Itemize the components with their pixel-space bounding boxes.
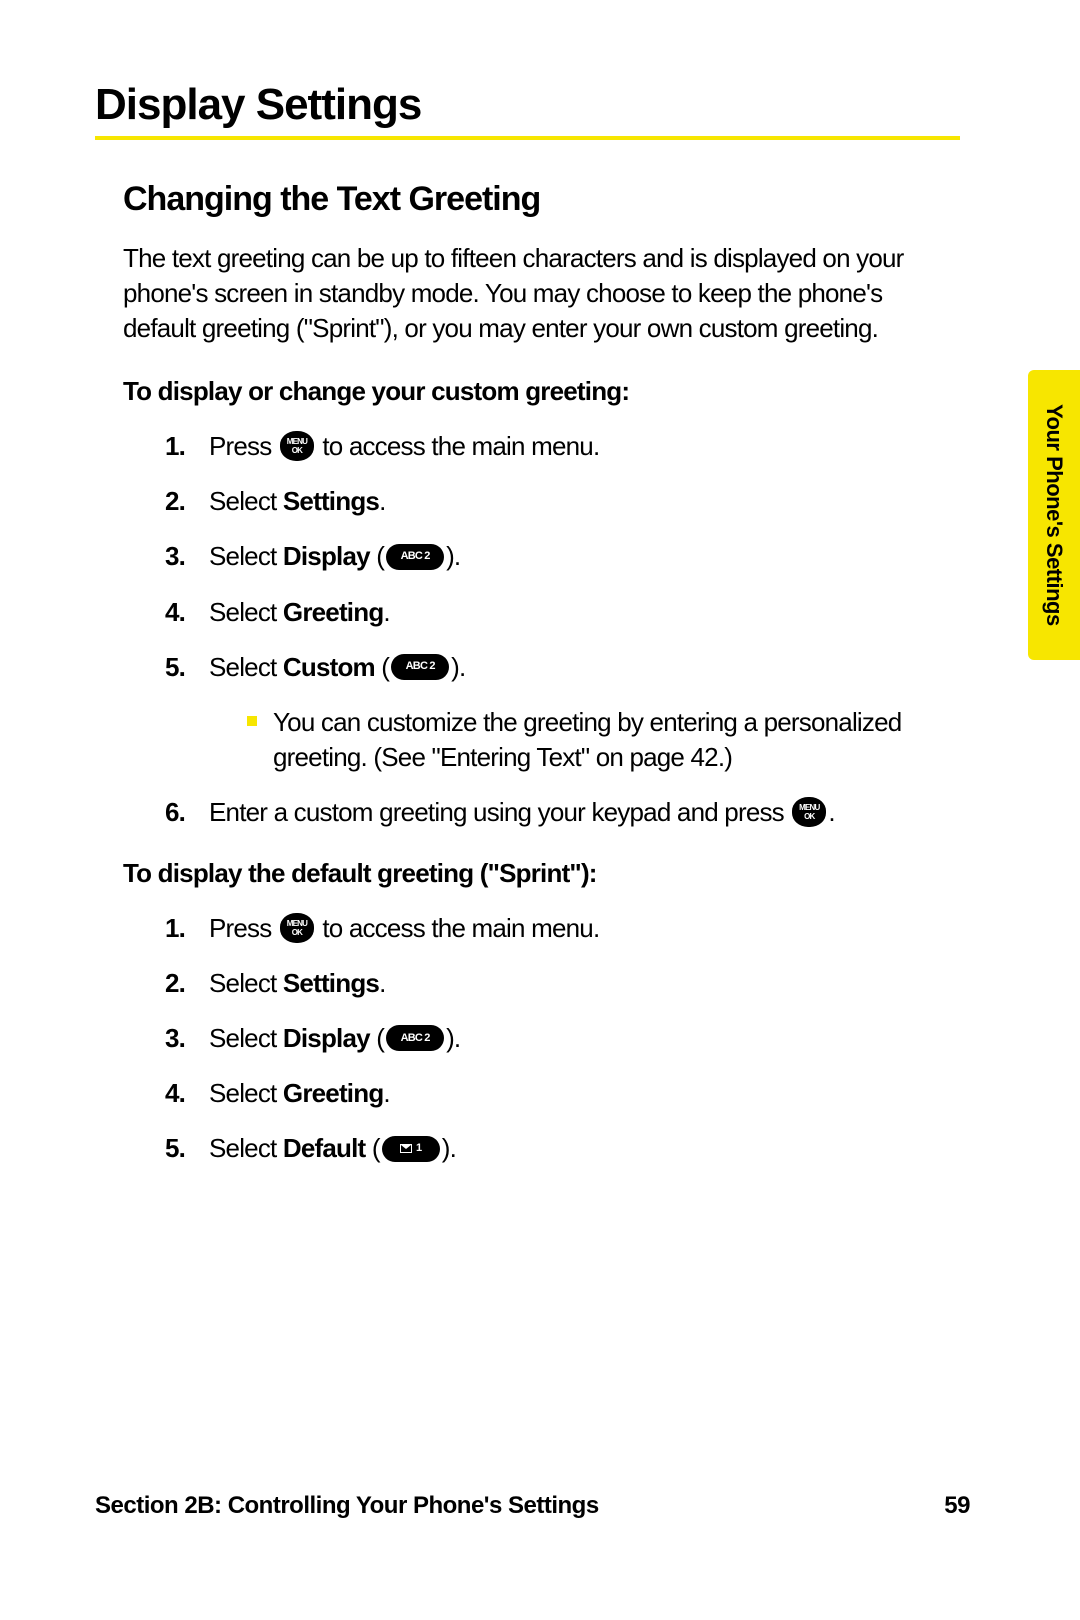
step-item: 5. Select Custom (ABC 2). You can custom…	[165, 650, 960, 775]
step-item: 3. Select Display (ABC 2).	[165, 539, 960, 574]
step-bold: Display	[283, 1023, 370, 1053]
step-text: ).	[446, 541, 460, 571]
step-text: Select	[209, 652, 283, 682]
instruction-heading-1: To display or change your custom greetin…	[123, 376, 960, 407]
step-text: Select	[209, 486, 283, 516]
step-bold: Greeting	[283, 597, 384, 627]
step-number: 1.	[165, 429, 185, 464]
step-text: to access the main menu.	[316, 913, 599, 943]
step-item: 2. Select Settings.	[165, 484, 960, 519]
step-text: .	[383, 1078, 389, 1108]
step-text: Select	[209, 597, 283, 627]
step-item: 4. Select Greeting.	[165, 1076, 960, 1111]
abc2-key-icon: ABC 2	[386, 1025, 444, 1051]
step-item: 5. Select Default (1).	[165, 1131, 960, 1166]
section-title: Display Settings	[95, 80, 960, 140]
sub-bullet-item: You can customize the greeting by enteri…	[247, 705, 960, 775]
step-number: 2.	[165, 484, 185, 519]
step-text: (	[370, 541, 384, 571]
step-text: Press	[209, 913, 278, 943]
intro-paragraph: The text greeting can be up to fifteen c…	[123, 241, 960, 346]
step-text: Select	[209, 1133, 283, 1163]
steps-list-2: 1. Press MENUOK to access the main menu.…	[165, 911, 960, 1166]
step-number: 4.	[165, 595, 185, 630]
step-text: .	[828, 797, 834, 827]
instruction-heading-2: To display the default greeting ("Sprint…	[123, 858, 960, 889]
menu-ok-key-icon: MENUOK	[792, 797, 826, 827]
step-text: Select	[209, 1023, 283, 1053]
step-text: ).	[442, 1133, 456, 1163]
step-bold: Settings	[283, 968, 379, 998]
abc2-key-icon: ABC 2	[391, 654, 449, 680]
step-text: ).	[446, 1023, 460, 1053]
menu-ok-key-icon: MENUOK	[280, 431, 314, 461]
step-text: (	[375, 652, 389, 682]
page-footer: Section 2B: Controlling Your Phone's Set…	[95, 1492, 970, 1520]
steps-list-1: 1. Press MENUOK to access the main menu.…	[165, 429, 960, 830]
step-text: .	[383, 597, 389, 627]
step-item: 4. Select Greeting.	[165, 595, 960, 630]
step-item: 2. Select Settings.	[165, 966, 960, 1001]
step-number: 3.	[165, 1021, 185, 1056]
step-item: 6. Enter a custom greeting using your ke…	[165, 795, 960, 830]
side-tab: Your Phone's Settings	[1028, 370, 1080, 660]
step-number: 3.	[165, 539, 185, 574]
side-tab-label: Your Phone's Settings	[1041, 404, 1067, 626]
step-text: Enter a custom greeting using your keypa…	[209, 797, 790, 827]
mail1-key-icon: 1	[382, 1136, 440, 1162]
step-text: .	[379, 486, 385, 516]
step-number: 5.	[165, 650, 185, 685]
step-text: .	[379, 968, 385, 998]
step-number: 1.	[165, 911, 185, 946]
page-content: Display Settings Changing the Text Greet…	[0, 0, 1080, 1167]
step-item: 3. Select Display (ABC 2).	[165, 1021, 960, 1056]
footer-page-number: 59	[944, 1492, 970, 1520]
sub-bullet-list: You can customize the greeting by enteri…	[247, 705, 960, 775]
footer-section-label: Section 2B: Controlling Your Phone's Set…	[95, 1492, 599, 1520]
step-text: to access the main menu.	[316, 431, 599, 461]
step-bold: Greeting	[283, 1078, 384, 1108]
menu-ok-key-icon: MENUOK	[280, 913, 314, 943]
subsection-title: Changing the Text Greeting	[123, 180, 960, 219]
step-text: Select	[209, 541, 283, 571]
step-item: 1. Press MENUOK to access the main menu.	[165, 911, 960, 946]
step-text: Press	[209, 431, 278, 461]
step-number: 6.	[165, 795, 185, 830]
step-text: Select	[209, 968, 283, 998]
envelope-icon	[400, 1144, 412, 1153]
step-text: (	[365, 1133, 379, 1163]
step-bold: Settings	[283, 486, 379, 516]
step-text: (	[370, 1023, 384, 1053]
step-item: 1. Press MENUOK to access the main menu.	[165, 429, 960, 464]
step-number: 4.	[165, 1076, 185, 1111]
step-number: 2.	[165, 966, 185, 1001]
step-number: 5.	[165, 1131, 185, 1166]
abc2-key-icon: ABC 2	[386, 544, 444, 570]
step-bold: Display	[283, 541, 370, 571]
step-text: Select	[209, 1078, 283, 1108]
step-text: ).	[451, 652, 465, 682]
step-bold: Custom	[283, 652, 375, 682]
step-bold: Default	[283, 1133, 366, 1163]
